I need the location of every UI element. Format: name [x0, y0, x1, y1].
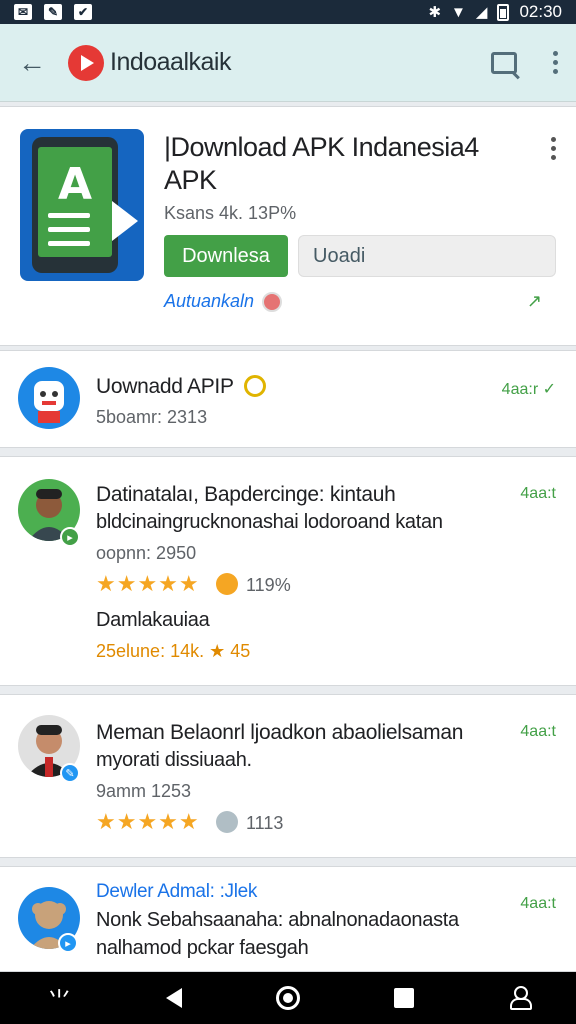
mail-notification-icon: ✉: [14, 4, 32, 20]
status-time: 02:30: [519, 2, 562, 21]
nav-recents-icon[interactable]: [394, 988, 415, 1008]
item-title: Datinatalaı, Bapdercinge: kintauh: [96, 483, 396, 506]
card-more-icon[interactable]: [551, 137, 556, 160]
verified-badge-icon: ▸: [58, 933, 78, 953]
list-item[interactable]: ✎ Meman Belaonrl ljoadkon abaolielsaman …: [0, 694, 576, 858]
item-subtitle: oopnn: 2950: [96, 543, 197, 563]
item-time: 4aa:r ✓: [501, 381, 556, 398]
app-logo-icon: [68, 44, 104, 81]
system-nav-bar: ⺌: [0, 972, 576, 1024]
rating-stars: ★★★★★: [96, 809, 200, 834]
wifi-icon: ▼: [451, 3, 466, 21]
rating-stars: ★★★★★: [96, 571, 200, 596]
back-arrow-icon[interactable]: ←: [18, 47, 54, 79]
developer-badge-icon: [262, 291, 283, 312]
overflow-menu-icon[interactable]: [553, 51, 558, 74]
developer-link[interactable]: Autuankaln: [164, 291, 283, 312]
item-secondary-title: Damlakauiaa: [96, 609, 210, 631]
bluetooth-icon: ✱: [428, 4, 442, 21]
app-title: Indoaalkaik: [110, 48, 231, 76]
apk-app-icon: A: [20, 129, 144, 281]
emoji-icon: [216, 573, 238, 595]
item-line: myorati dissiuaah.: [96, 749, 252, 771]
app-detail-card: A |Download APK Indanesia4 APK Ksans 4k.…: [0, 106, 576, 346]
search-icon[interactable]: [491, 51, 517, 74]
verified-badge-icon: ▸: [60, 527, 80, 547]
nav-home-icon[interactable]: [275, 986, 300, 1010]
battery-icon: [497, 3, 510, 21]
avatar: [18, 367, 80, 429]
signal-icon: ◢: [475, 4, 488, 21]
app-name: |Download APK Indanesia4 APK: [164, 132, 479, 195]
nav-back-icon[interactable]: [165, 988, 182, 1008]
item-line: bldcinaingrucknonashai lodoroand katan: [96, 511, 443, 533]
gesture-icon[interactable]: ⺌: [47, 981, 71, 1016]
app-bar: ← Indoaalkaik: [0, 24, 576, 102]
item-stats: 25elune: 14k. ★ 45: [96, 641, 251, 661]
emoji-icon: [244, 375, 266, 397]
check-notification-icon: ✔: [74, 4, 92, 20]
item-subtitle: 9amm 1253: [96, 781, 192, 801]
nav-account-icon[interactable]: [509, 986, 532, 1010]
secondary-button[interactable]: Uoadi: [298, 235, 556, 277]
item-title: Meman Belaonrl ljoadkon abaolielsaman: [96, 721, 464, 744]
edit-notification-icon: ✎: [44, 4, 62, 20]
app-meta: Ksans 4k. 13P%: [164, 203, 297, 223]
rating-chart-icon: [216, 811, 238, 833]
verified-badge-icon: ✎: [60, 763, 80, 783]
download-button[interactable]: Downlesa: [164, 235, 288, 277]
item-line: Nonk Sebahsaanaha: abnalnonadaonasta: [96, 909, 459, 931]
item-time: 4aa:t: [520, 485, 556, 502]
status-bar: ✉ ✎ ✔ ✱ ▼ ◢ 02:30: [0, 0, 576, 24]
item-time: 4aa:t: [520, 895, 556, 912]
list-item[interactable]: ▸ Dewler Admal: :Jlek Nonk Sebahsaanaha:…: [0, 866, 576, 972]
list-item[interactable]: ▸ Datinatalaı, Bapdercinge: kintauh bldc…: [0, 456, 576, 686]
item-line-2: nalhamod pckar faesgah: [96, 937, 309, 959]
item-time: 4aa:t: [520, 723, 556, 740]
developer-link-label: Autuankaln: [164, 291, 255, 311]
item-title: Uownadd APIP: [96, 375, 234, 398]
trend-icon: ↗: [526, 291, 542, 311]
item-title: Dewler Admal: :Jlek: [96, 881, 258, 902]
rating-value: 119%: [246, 575, 291, 595]
item-subtitle: 5boamr: 2313: [96, 407, 208, 427]
rating-value: 1113: [246, 813, 284, 833]
list-item[interactable]: Uownadd APIP 5boamr: 2313 4aa:r ✓: [0, 350, 576, 448]
